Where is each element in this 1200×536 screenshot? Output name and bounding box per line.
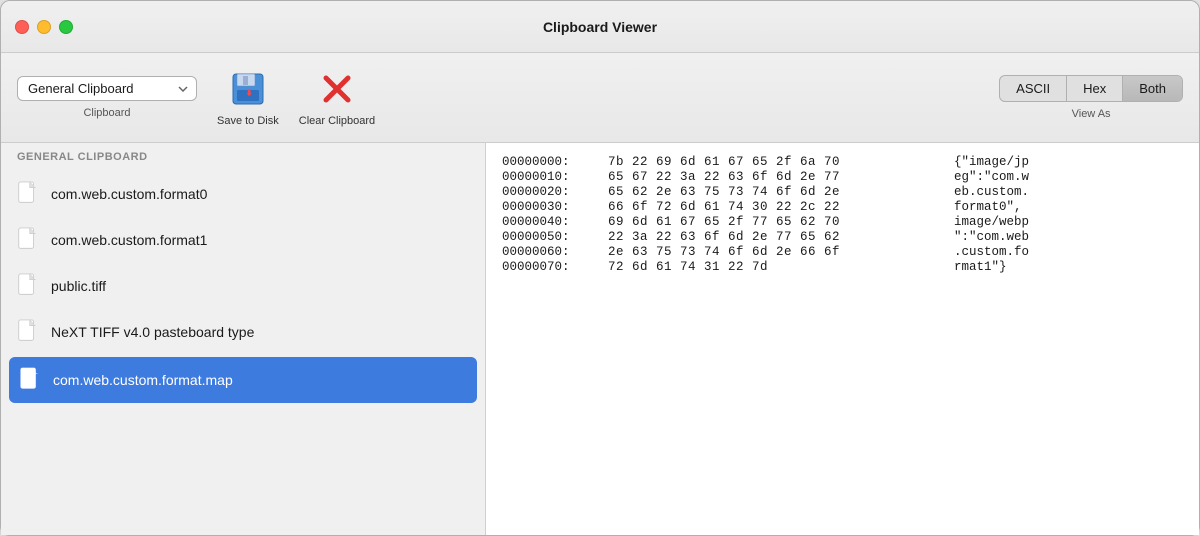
toolbar: General Clipboard Clipboard	[1, 53, 1199, 143]
file-icon	[17, 273, 39, 299]
hex-address: 00000070:	[502, 260, 592, 274]
view-as-section: ASCII Hex Both View As	[999, 75, 1183, 120]
main-content: General Clipboard com.web.custom.format0…	[1, 143, 1199, 535]
save-to-disk-button[interactable]: Save to Disk	[217, 69, 279, 127]
file-icon-active	[19, 367, 41, 393]
clear-icon	[317, 69, 357, 109]
hex-row: 00000030: 66 6f 72 6d 61 74 30 22 2c 22 fo…	[502, 200, 1183, 214]
hex-ascii: ":"com.web	[954, 230, 1029, 244]
hex-bytes: 69 6d 61 67 65 2f 77 65 62 70	[608, 215, 938, 229]
hex-address: 00000010:	[502, 170, 592, 184]
file-icon	[17, 319, 39, 345]
hex-address: 00000020:	[502, 185, 592, 199]
hex-row: 00000040: 69 6d 61 67 65 2f 77 65 62 70 im…	[502, 215, 1183, 229]
hex-address: 00000030:	[502, 200, 592, 214]
hex-address: 00000040:	[502, 215, 592, 229]
hex-view[interactable]: 00000000: 7b 22 69 6d 61 67 65 2f 6a 70 {"…	[486, 143, 1199, 535]
hex-ascii: .custom.fo	[954, 245, 1029, 259]
view-as-label: View As	[1072, 108, 1111, 120]
sidebar-item-tiff-label: public.tiff	[51, 278, 106, 294]
file-icon	[17, 227, 39, 253]
sidebar-item-format1-label: com.web.custom.format1	[51, 232, 207, 248]
clipboard-select[interactable]: General Clipboard	[17, 76, 197, 101]
clear-clipboard-button[interactable]: Clear Clipboard	[299, 69, 375, 127]
clipboard-selector-group: General Clipboard Clipboard	[17, 76, 197, 119]
sidebar-item-next[interactable]: NeXT TIFF v4.0 pasteboard type	[1, 309, 485, 355]
hex-row: 00000050: 22 3a 22 63 6f 6d 2e 77 65 62 ":…	[502, 230, 1183, 244]
clear-clipboard-label: Clear Clipboard	[299, 115, 375, 127]
save-to-disk-label: Save to Disk	[217, 115, 279, 127]
minimize-button[interactable]	[37, 20, 51, 34]
hex-bytes: 7b 22 69 6d 61 67 65 2f 6a 70	[608, 155, 938, 169]
hex-bytes: 65 67 22 3a 22 63 6f 6d 2e 77	[608, 170, 938, 184]
sidebar: General Clipboard com.web.custom.format0…	[1, 143, 486, 535]
sidebar-item-map-label: com.web.custom.format.map	[53, 372, 233, 388]
maximize-button[interactable]	[59, 20, 73, 34]
file-icon	[17, 181, 39, 207]
hex-row: 00000060: 2e 63 75 73 74 6f 6d 2e 66 6f .c…	[502, 245, 1183, 259]
hex-bytes: 2e 63 75 73 74 6f 6d 2e 66 6f	[608, 245, 938, 259]
sidebar-item-next-label: NeXT TIFF v4.0 pasteboard type	[51, 324, 254, 340]
sidebar-item-format0[interactable]: com.web.custom.format0	[1, 171, 485, 217]
hex-row: 00000020: 65 62 2e 63 75 73 74 6f 6d 2e eb…	[502, 185, 1183, 199]
hex-bytes: 66 6f 72 6d 61 74 30 22 2c 22	[608, 200, 938, 214]
hex-row: 00000010: 65 67 22 3a 22 63 6f 6d 2e 77 eg…	[502, 170, 1183, 184]
hex-address: 00000060:	[502, 245, 592, 259]
clipboard-label: Clipboard	[83, 107, 130, 119]
sidebar-item-format1[interactable]: com.web.custom.format1	[1, 217, 485, 263]
view-as-both-button[interactable]: Both	[1123, 76, 1182, 101]
hex-ascii: {"image/jp	[954, 155, 1029, 169]
hex-row: 00000000: 7b 22 69 6d 61 67 65 2f 6a 70 {"…	[502, 155, 1183, 169]
sidebar-item-tiff[interactable]: public.tiff	[1, 263, 485, 309]
hex-row: 00000070: 72 6d 61 74 31 22 7d rmat1"}	[502, 260, 1183, 274]
hex-address: 00000050:	[502, 230, 592, 244]
sidebar-item-map[interactable]: com.web.custom.format.map	[9, 357, 477, 403]
hex-ascii: image/webp	[954, 215, 1029, 229]
sidebar-item-format0-label: com.web.custom.format0	[51, 186, 207, 202]
save-icon	[228, 69, 268, 109]
traffic-lights	[15, 20, 73, 34]
close-button[interactable]	[15, 20, 29, 34]
hex-bytes: 72 6d 61 74 31 22 7d	[608, 260, 938, 274]
view-as-ascii-button[interactable]: ASCII	[1000, 76, 1067, 101]
main-window: Clipboard Viewer General Clipboard Clipb…	[0, 0, 1200, 536]
hex-ascii: eb.custom.	[954, 185, 1029, 199]
view-as-hex-button[interactable]: Hex	[1067, 76, 1123, 101]
sidebar-section-header: General Clipboard	[1, 143, 485, 171]
titlebar: Clipboard Viewer	[1, 1, 1199, 53]
hex-bytes: 65 62 2e 63 75 73 74 6f 6d 2e	[608, 185, 938, 199]
window-title: Clipboard Viewer	[543, 19, 657, 35]
view-as-buttons: ASCII Hex Both	[999, 75, 1183, 102]
hex-ascii: format0",	[954, 200, 1022, 214]
hex-ascii: rmat1"}	[954, 260, 1007, 274]
hex-bytes: 22 3a 22 63 6f 6d 2e 77 65 62	[608, 230, 938, 244]
hex-address: 00000000:	[502, 155, 592, 169]
hex-ascii: eg":"com.w	[954, 170, 1029, 184]
